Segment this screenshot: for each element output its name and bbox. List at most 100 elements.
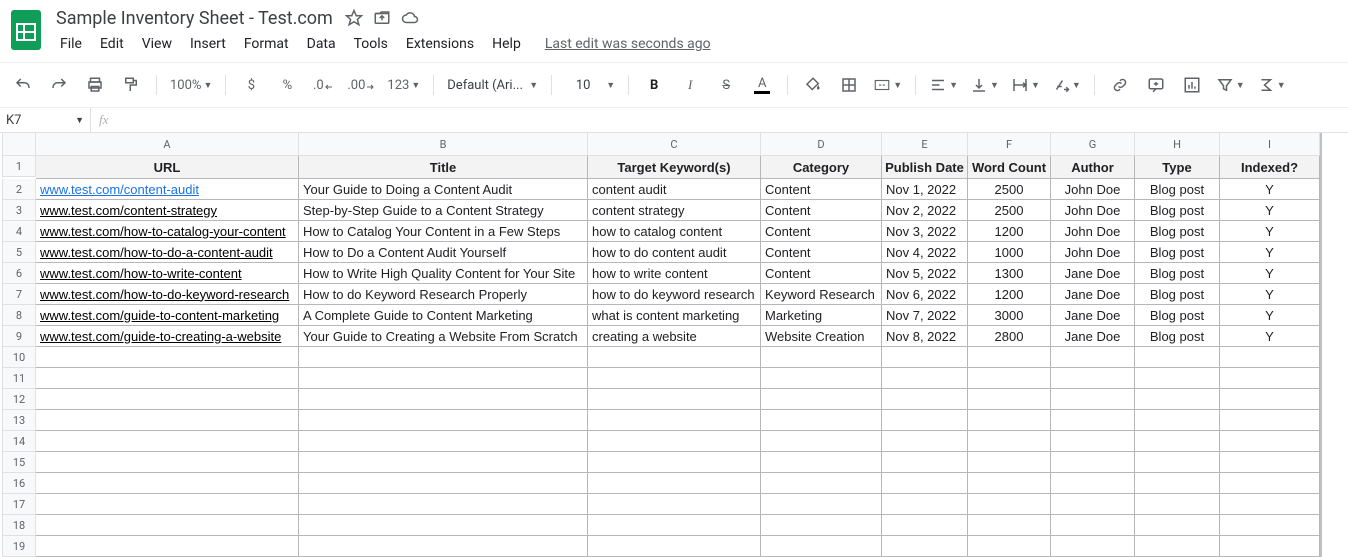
cell-E11[interactable] (882, 368, 968, 389)
cell-C5[interactable]: how to do content audit (588, 242, 761, 263)
doc-title[interactable]: Sample Inventory Sheet - Test.com (52, 6, 337, 31)
paint-format-button[interactable] (116, 72, 146, 98)
cell-I1[interactable]: Indexed? (1220, 156, 1320, 179)
cell-D9[interactable]: Website Creation (761, 326, 882, 347)
cell-D18[interactable] (761, 515, 882, 536)
cell-B12[interactable] (299, 389, 588, 410)
row-header-17[interactable]: 17 (2, 494, 36, 515)
cell-G13[interactable] (1051, 410, 1135, 431)
cell-E8[interactable]: Nov 7, 2022 (882, 305, 968, 326)
cell-D17[interactable] (761, 494, 882, 515)
cell-G7[interactable]: Jane Doe (1051, 284, 1135, 305)
row-header-10[interactable]: 10 (2, 347, 36, 368)
column-header-A[interactable]: A (36, 133, 299, 156)
cell-G9[interactable]: Jane Doe (1051, 326, 1135, 347)
cell-E16[interactable] (882, 473, 968, 494)
cell-F3[interactable]: 2500 (968, 200, 1051, 221)
cell-B10[interactable] (299, 347, 588, 368)
cell-C6[interactable]: how to write content (588, 263, 761, 284)
row-header-15[interactable]: 15 (2, 452, 36, 473)
horizontal-align-button[interactable]: ▼ (926, 72, 961, 98)
cell-G16[interactable] (1051, 473, 1135, 494)
cell-B6[interactable]: How to Write High Quality Content for Yo… (299, 263, 588, 284)
cell-A1[interactable]: URL (36, 156, 299, 179)
cell-B15[interactable] (299, 452, 588, 473)
cell-A10[interactable] (36, 347, 299, 368)
cell-H8[interactable]: Blog post (1135, 305, 1220, 326)
cell-G10[interactable] (1051, 347, 1135, 368)
row-header-1[interactable]: 1 (2, 156, 36, 177)
cell-B7[interactable]: How to do Keyword Research Properly (299, 284, 588, 305)
cell-A18[interactable] (36, 515, 299, 536)
cell-I15[interactable] (1220, 452, 1320, 473)
font-select[interactable]: Default (Ari...▼ (444, 72, 541, 98)
redo-button[interactable] (44, 72, 74, 98)
cell-C4[interactable]: how to catalog content (588, 221, 761, 242)
cell-E7[interactable]: Nov 6, 2022 (882, 284, 968, 305)
cell-C13[interactable] (588, 410, 761, 431)
menu-file[interactable]: File (52, 32, 90, 56)
cell-H1[interactable]: Type (1135, 156, 1220, 179)
number-format-select[interactable]: 123▼ (384, 72, 423, 98)
column-header-F[interactable]: F (968, 133, 1051, 156)
cell-I2[interactable]: Y (1220, 179, 1320, 200)
cell-E6[interactable]: Nov 5, 2022 (882, 263, 968, 284)
cell-G3[interactable]: John Doe (1051, 200, 1135, 221)
cell-F10[interactable] (968, 347, 1051, 368)
cell-I11[interactable] (1220, 368, 1320, 389)
cell-H6[interactable]: Blog post (1135, 263, 1220, 284)
cell-D14[interactable] (761, 431, 882, 452)
cell-F14[interactable] (968, 431, 1051, 452)
formula-input[interactable] (116, 108, 1348, 132)
cell-F4[interactable]: 1200 (968, 221, 1051, 242)
cell-D15[interactable] (761, 452, 882, 473)
cell-B18[interactable] (299, 515, 588, 536)
cell-B5[interactable]: How to Do a Content Audit Yourself (299, 242, 588, 263)
cell-A6[interactable]: www.test.com/how-to-write-content (36, 263, 299, 284)
cell-H10[interactable] (1135, 347, 1220, 368)
cell-F1[interactable]: Word Count (968, 156, 1051, 179)
vertical-align-button[interactable]: ▼ (967, 72, 1002, 98)
row-header-4[interactable]: 4 (2, 221, 36, 242)
strikethrough-button[interactable]: S (711, 72, 741, 98)
row-header-18[interactable]: 18 (2, 515, 36, 536)
cell-F12[interactable] (968, 389, 1051, 410)
row-header-2[interactable]: 2 (2, 179, 36, 200)
undo-button[interactable] (8, 72, 38, 98)
increase-decimal-button[interactable]: .00 (344, 72, 378, 98)
cell-I5[interactable]: Y (1220, 242, 1320, 263)
cell-A13[interactable] (36, 410, 299, 431)
cell-A7[interactable]: www.test.com/how-to-do-keyword-research (36, 284, 299, 305)
cell-I13[interactable] (1220, 410, 1320, 431)
cell-I7[interactable]: Y (1220, 284, 1320, 305)
cell-C18[interactable] (588, 515, 761, 536)
print-button[interactable] (80, 72, 110, 98)
cell-B1[interactable]: Title (299, 156, 588, 179)
cell-H3[interactable]: Blog post (1135, 200, 1220, 221)
cell-D10[interactable] (761, 347, 882, 368)
cell-I3[interactable]: Y (1220, 200, 1320, 221)
cell-F9[interactable]: 2800 (968, 326, 1051, 347)
cell-G6[interactable]: Jane Doe (1051, 263, 1135, 284)
cell-B4[interactable]: How to Catalog Your Content in a Few Ste… (299, 221, 588, 242)
cell-D5[interactable]: Content (761, 242, 882, 263)
cell-D16[interactable] (761, 473, 882, 494)
cell-H4[interactable]: Blog post (1135, 221, 1220, 242)
cell-I17[interactable] (1220, 494, 1320, 515)
row-header-9[interactable]: 9 (2, 326, 36, 347)
cell-C16[interactable] (588, 473, 761, 494)
spreadsheet-grid[interactable]: ABCDEFGHI1URLTitleTarget Keyword(s)Categ… (2, 133, 1322, 557)
cell-B13[interactable] (299, 410, 588, 431)
cell-I18[interactable] (1220, 515, 1320, 536)
cell-F5[interactable]: 1000 (968, 242, 1051, 263)
sheets-logo-icon[interactable] (8, 6, 44, 54)
cell-H16[interactable] (1135, 473, 1220, 494)
cell-G5[interactable]: John Doe (1051, 242, 1135, 263)
menu-help[interactable]: Help (484, 32, 529, 56)
cell-G11[interactable] (1051, 368, 1135, 389)
cell-B14[interactable] (299, 431, 588, 452)
cell-A3[interactable]: www.test.com/content-strategy (36, 200, 299, 221)
cell-D1[interactable]: Category (761, 156, 882, 179)
row-header-14[interactable]: 14 (2, 431, 36, 452)
select-all-corner[interactable] (2, 133, 36, 156)
